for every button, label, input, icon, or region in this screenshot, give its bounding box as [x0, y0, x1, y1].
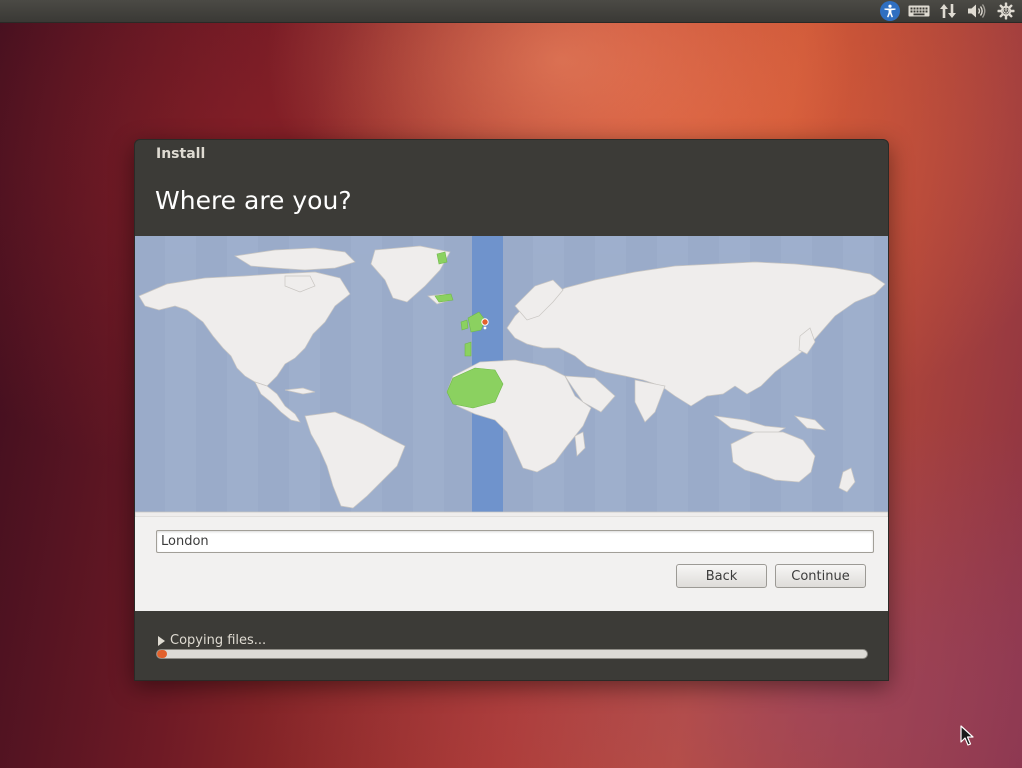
expander-triangle-icon — [158, 635, 165, 646]
progress-section: Copying files... — [135, 611, 888, 680]
highlight-ireland — [460, 319, 469, 331]
network-indicator[interactable] — [933, 0, 962, 22]
highlight-portugal — [464, 341, 472, 357]
highlight-west-africa — [446, 367, 504, 409]
accessibility-icon — [879, 1, 900, 21]
continue-button[interactable]: Continue — [775, 564, 866, 588]
indicator-area — [875, 0, 1020, 22]
keyboard-indicator[interactable] — [904, 0, 933, 22]
progress-bar — [156, 649, 868, 659]
progress-bar-fill — [157, 650, 167, 658]
progress-label: Copying files... — [170, 633, 267, 648]
installer-window: Install Where are you? London Back Conti… — [134, 139, 889, 681]
highlight-greenland-east — [436, 251, 448, 265]
timezone-map[interactable] — [135, 236, 888, 517]
location-marker — [481, 318, 489, 326]
network-icon — [939, 4, 956, 18]
window-title: Install — [156, 146, 206, 162]
keyboard-icon — [908, 5, 929, 17]
mouse-cursor-icon — [960, 725, 974, 746]
world-map-graphic — [135, 236, 888, 517]
location-input[interactable] — [156, 530, 874, 553]
location-form: Back Continue — [135, 517, 888, 611]
copying-files-expander[interactable]: Copying files... — [158, 633, 266, 648]
volume-indicator[interactable] — [962, 0, 991, 22]
accessibility-indicator[interactable] — [875, 0, 904, 22]
power-gear-icon — [997, 2, 1014, 20]
volume-icon — [967, 4, 985, 18]
session-indicator[interactable] — [991, 0, 1020, 22]
back-button[interactable]: Back — [676, 564, 767, 588]
page-title: Where are you? — [155, 186, 352, 215]
top-panel — [0, 0, 1022, 23]
